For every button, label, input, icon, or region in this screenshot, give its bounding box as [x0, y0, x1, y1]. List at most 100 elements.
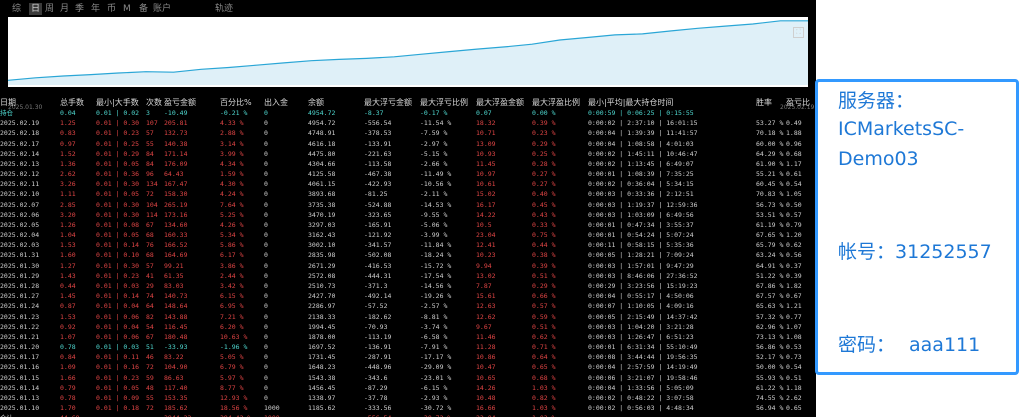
table-row[interactable]: 2025.01.16 1.09 0.01 | 0.16 72 104.90 6.79 % 0… — [0, 362, 816, 372]
equity-curve-chart: ⛶ 2025.01.30 2025.02.19 — [0, 17, 816, 111]
table-row[interactable]: 2025.01.17 0.84 0.01 | 0.11 46 83.22 5.05 % 0 1… — [0, 352, 816, 362]
tab-1[interactable]: 日 — [29, 3, 43, 15]
table-cell: 23.04 — [476, 413, 532, 417]
table-row[interactable]: 2025.01.29 1.43 0.01 | 0.23 41 61.35 2.44 % 0 2… — [0, 271, 816, 281]
table-cell: -30.72 % — [420, 404, 452, 413]
table-row[interactable]: 2025.02.17 0.97 0.01 | 0.25 55 140.38 3.14 % 0… — [0, 139, 816, 149]
holding-row[interactable]: 持仓 0.04 0.01 | 0.02 3 -10.49 -0.21 % 0 4954.72 -… — [0, 108, 816, 118]
column-header[interactable]: 百分比% — [220, 98, 264, 108]
table-cell: 0.01 | 0.03 — [96, 282, 140, 290]
table-cell: 0.54 — [786, 363, 802, 372]
table-row[interactable]: 2025.02.10 1.11 0.01 | 0.05 72 158.30 4.24 % 0… — [0, 189, 816, 199]
table-row[interactable]: 2025.01.21 1.07 0.01 | 0.06 67 180.48 10.63 %… — [0, 332, 816, 342]
table-cell: 56.94 % — [756, 404, 784, 413]
table-cell: 0.01 | 0.10 — [96, 251, 140, 260]
table-row[interactable]: 2025.01.14 0.79 0.01 | 0.05 48 117.40 8.77 % 0… — [0, 383, 816, 393]
table-cell: 0.67 — [786, 292, 802, 301]
column-header[interactable]: 日期 — [0, 98, 60, 108]
table-cell: 1648.23 — [308, 363, 336, 372]
table-cell: 0.97 — [60, 139, 76, 148]
table-row[interactable]: 2025.02.05 1.26 0.01 | 0.08 67 134.60 4.26 % 0… — [0, 220, 816, 230]
table-row[interactable]: 2025.01.15 1.66 0.01 | 0.23 59 86.63 5.97 % 0 1… — [0, 372, 816, 382]
table-row[interactable]: 2025.01.13 0.78 0.01 | 0.09 55 153.35 12.93 %… — [0, 393, 816, 403]
table-row[interactable]: 2025.02.04 1.04 0.01 | 0.05 68 160.33 5.34 % 0… — [0, 230, 816, 240]
table-cell: -6.15 % — [420, 383, 448, 392]
table-cell: -11.49 % — [420, 170, 452, 179]
table-cell: 55 — [146, 139, 154, 148]
table-row[interactable]: 2025.02.06 3.20 0.01 | 0.30 114 173.16 5.25 %… — [0, 210, 816, 220]
table-cell — [756, 108, 786, 118]
table-cell: 4061.15 — [308, 180, 336, 189]
table-cell: -182.62 — [364, 312, 392, 321]
table-cell: 2025.02.13 — [0, 159, 40, 168]
password-label: 密码： — [838, 334, 896, 356]
column-header[interactable]: 胜率 — [756, 98, 786, 108]
column-header[interactable]: 最大浮盈金额 — [476, 98, 532, 108]
tab-7[interactable]: M — [123, 3, 131, 15]
table-row[interactable]: 2025.02.12 2.62 0.01 | 0.36 96 64.43 1.59 % 0 4… — [0, 169, 816, 179]
table-row[interactable]: 2025.02.11 3.26 0.01 | 0.30 134 167.47 4.30 %… — [0, 179, 816, 189]
table-cell: 0.73 — [786, 353, 802, 362]
column-header[interactable]: 最大浮盈比例 — [532, 98, 588, 108]
table-cell: 0.79 — [786, 220, 802, 229]
table-cell: 0.61 — [786, 170, 802, 179]
table-cell: -416.53 — [364, 261, 392, 270]
total-row[interactable]: 合计44.68 3944.23394.42 %1000 -556.54-30.72 … — [0, 413, 816, 417]
table-cell: 0:00:11 | 0:58:15 | 5:35:36 — [588, 241, 694, 250]
table-row[interactable]: 2025.01.24 0.87 0.01 | 0.04 64 148.64 6.95 % 0… — [0, 301, 816, 311]
table-row[interactable]: 2025.02.18 0.83 0.01 | 0.23 57 132.73 2.88 % 0… — [0, 128, 816, 138]
table-cell: -8.37 — [364, 109, 384, 118]
table-cell: -2.57 % — [420, 302, 448, 311]
tab-10[interactable]: 轨迹 — [215, 3, 233, 15]
tab-2[interactable]: 周 — [45, 3, 54, 15]
table-row[interactable]: 2025.01.28 0.44 0.01 | 0.03 29 83.03 3.42 % 0 2… — [0, 281, 816, 291]
table-cell: 72 — [146, 190, 154, 199]
table-cell: 158.30 — [164, 190, 188, 199]
table-cell: 14.26 — [476, 383, 496, 392]
tab-4[interactable]: 季 — [75, 3, 84, 15]
table-row[interactable]: 2025.01.27 1.45 0.01 | 0.14 74 140.73 6.15 % 0… — [0, 291, 816, 301]
tab-8[interactable]: 备 — [139, 3, 148, 15]
table-row[interactable]: 2025.01.22 0.92 0.01 | 0.04 54 116.45 6.20 % 0… — [0, 322, 816, 332]
tab-5[interactable]: 年 — [91, 3, 100, 15]
tab-0[interactable]: 综 — [12, 3, 21, 15]
tab-9[interactable]: 账户 — [153, 3, 171, 15]
column-header[interactable]: 盈亏比 — [786, 98, 816, 108]
table-cell: 0:00:03 | 1:57:01 | 9:47:29 — [588, 261, 694, 270]
column-header[interactable]: 最大浮亏金额 — [364, 98, 420, 108]
column-header[interactable]: 盈亏金额 — [164, 98, 220, 108]
column-header[interactable]: 最大浮亏比例 — [420, 98, 476, 108]
table-cell: -87.29 — [364, 383, 388, 392]
column-header[interactable]: 次数 — [146, 98, 164, 108]
table-cell: 2025.01.27 — [0, 292, 40, 301]
expand-icon[interactable]: ⛶ — [793, 27, 804, 38]
column-header[interactable]: 最小|大手数 — [96, 98, 146, 108]
table-cell: 0.01 | 0.04 — [96, 302, 140, 311]
column-header[interactable]: 总手数 — [60, 98, 96, 108]
column-header[interactable]: 最小|平均|最大持仓时间 — [588, 98, 756, 108]
tab-3[interactable]: 月 — [60, 3, 69, 15]
table-cell: 0.01 | 0.09 — [96, 393, 140, 402]
table-cell: 0:00:07 | 1:10:05 | 4:09:16 — [588, 302, 694, 311]
tab-6[interactable]: 币 — [107, 3, 116, 15]
table-row[interactable]: 2025.01.23 1.53 0.01 | 0.06 82 143.88 7.21 % 0… — [0, 311, 816, 321]
table-row[interactable]: 2025.01.20 0.78 0.01 | 0.03 51 -33.93 -1.96 %… — [0, 342, 816, 352]
table-row[interactable]: 2025.01.10 1.70 0.01 | 0.18 72 185.62 18.56 %… — [0, 403, 816, 413]
table-row[interactable]: 2025.02.13 1.36 0.01 | 0.05 84 176.09 4.34 % 0… — [0, 159, 816, 169]
table-row[interactable]: 2025.02.03 1.53 0.01 | 0.14 76 166.52 5.86 % 0… — [0, 240, 816, 250]
column-header[interactable]: 出入金 — [264, 98, 308, 108]
column-header[interactable]: 余额 — [308, 98, 364, 108]
table-cell: 0:00:04 | 2:57:59 | 14:19:49 — [588, 363, 698, 372]
table-cell: 74.55 % — [756, 393, 784, 402]
table-row[interactable]: 2025.02.14 1.52 0.01 | 0.29 84 171.14 3.99 % 0… — [0, 149, 816, 159]
table-row[interactable]: 2025.02.07 2.85 0.01 | 0.30 104 265.19 7.64 %… — [0, 200, 816, 210]
table-cell: 0.68 % — [532, 373, 556, 382]
table-cell: -11.84 % — [420, 241, 452, 250]
table-row[interactable]: 2025.01.31 1.60 0.01 | 0.10 68 164.69 6.17 % 0… — [0, 250, 816, 260]
table-body: 持仓 0.04 0.01 | 0.02 3 -10.49 -0.21 % 0 4954.72 -… — [0, 108, 816, 417]
table-cell: 4125.58 — [308, 170, 336, 179]
table-row[interactable]: 2025.01.30 1.27 0.01 | 0.30 57 99.21 3.86 % 0 2… — [0, 261, 816, 271]
table-cell: 1.03 % — [532, 383, 556, 392]
table-row[interactable]: 2025.02.19 1.25 0.01 | 0.30 107 205.81 4.33 %… — [0, 118, 816, 128]
table-cell: 68 — [146, 251, 154, 260]
